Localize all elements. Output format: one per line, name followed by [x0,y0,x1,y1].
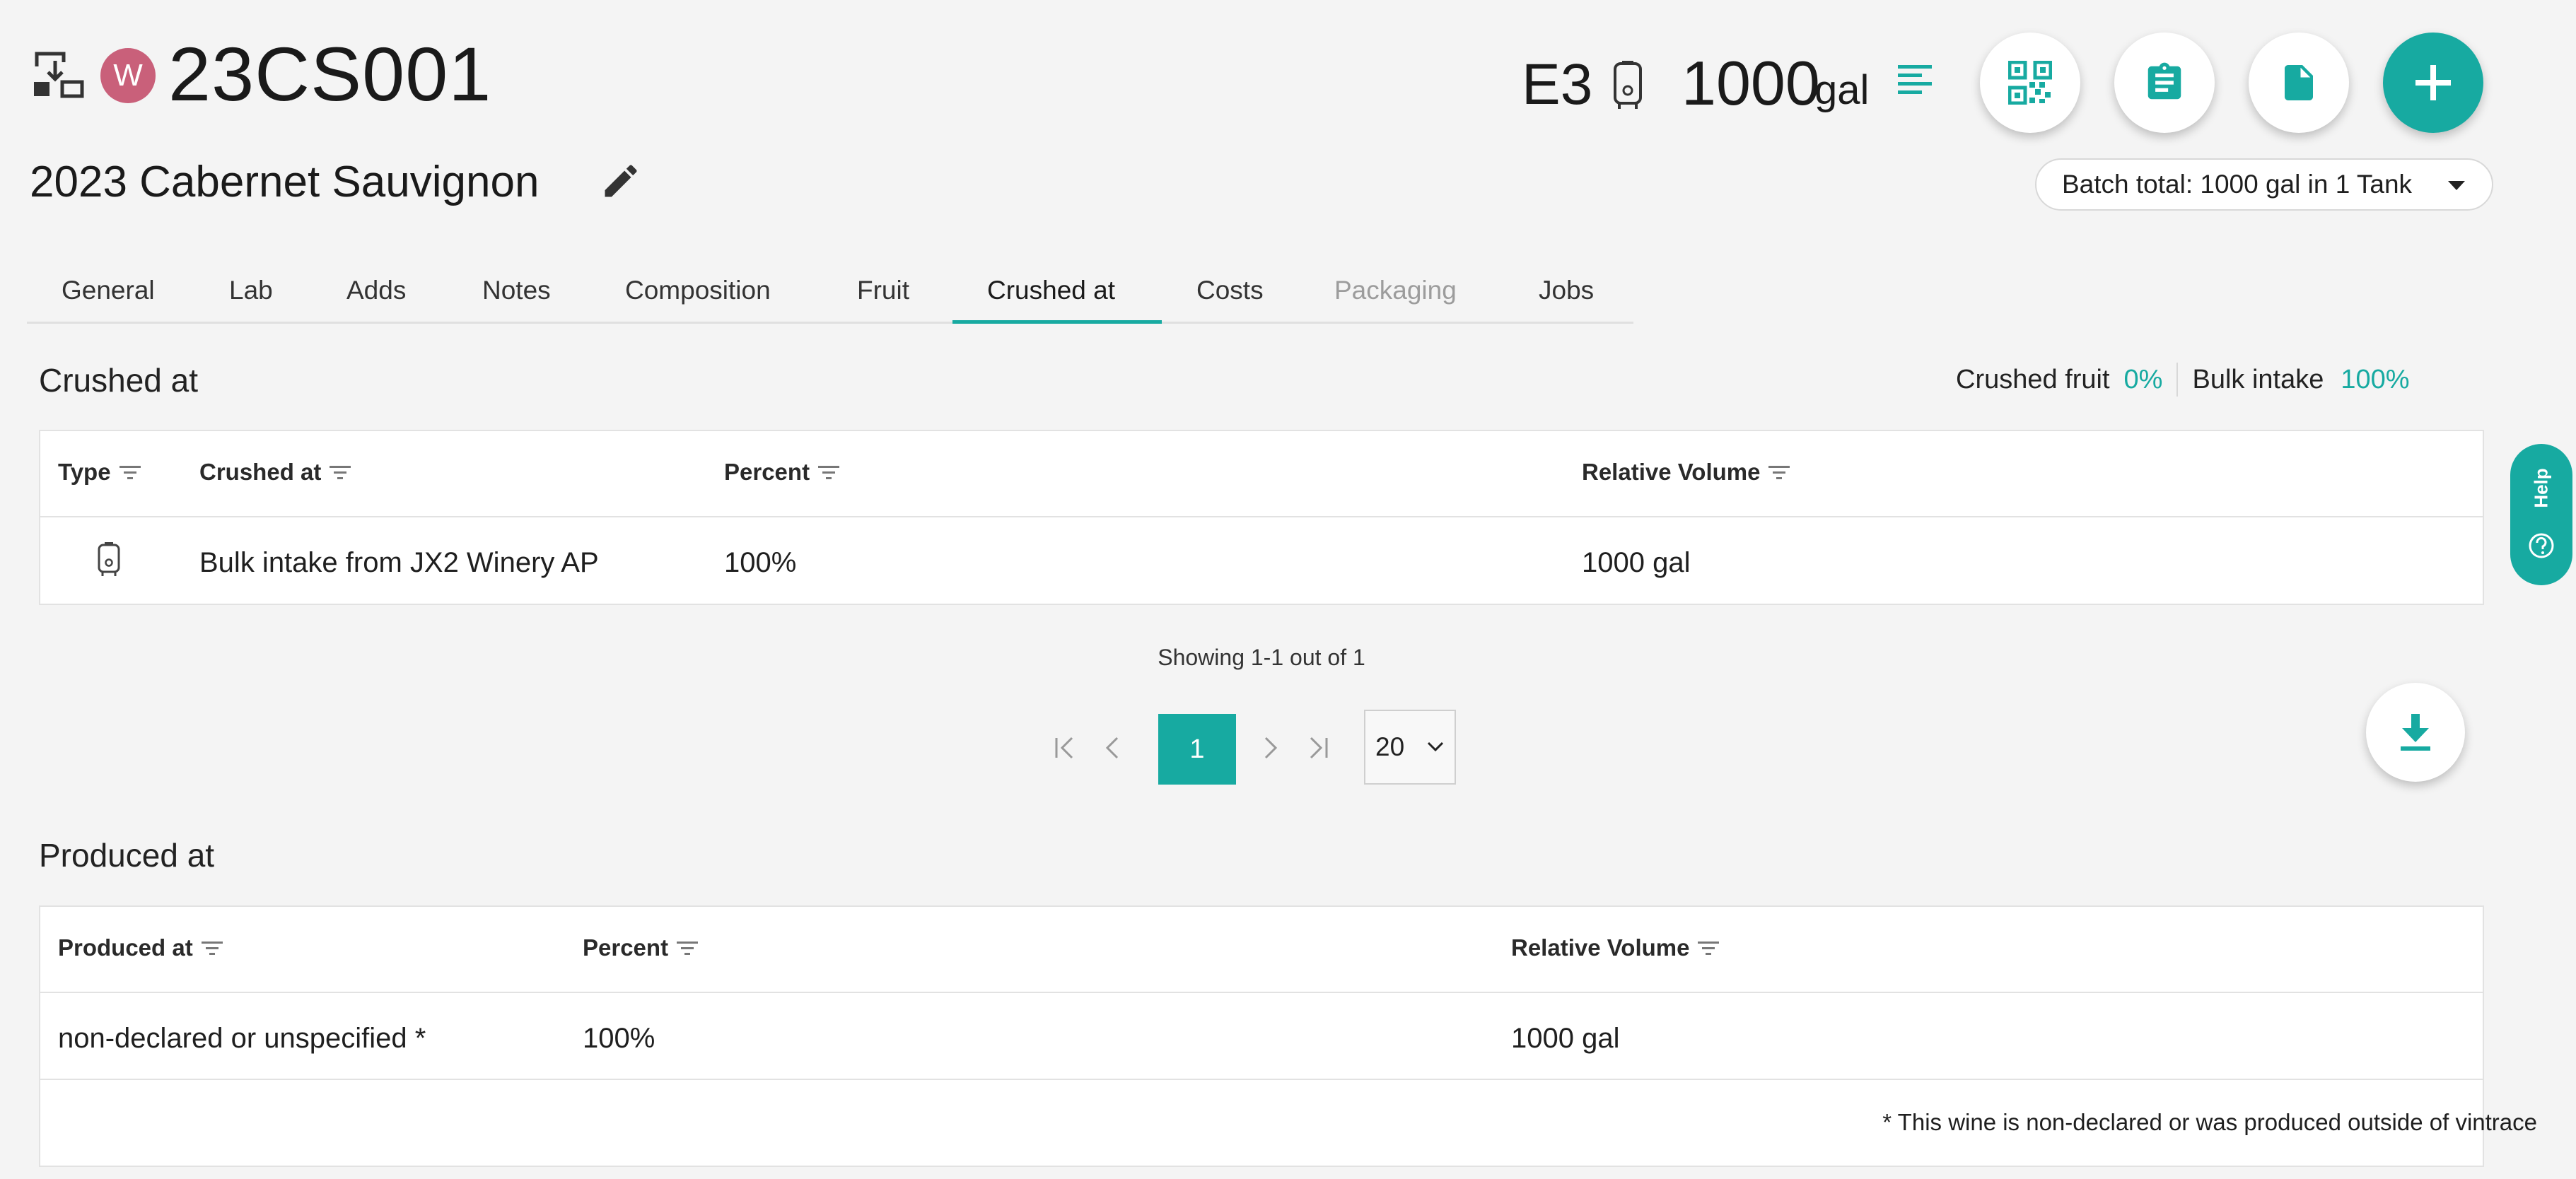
document-icon [2285,65,2313,100]
previous-page-button[interactable] [1097,727,1129,769]
bulk-intake-value: 100% [2341,365,2410,394]
page-1-button[interactable]: 1 [1158,714,1236,785]
help-circle-icon [2529,533,2554,558]
column-label: Relative Volume [1582,459,1761,485]
divider [40,1079,2483,1080]
filter-icon[interactable] [1768,464,1790,480]
chevron-down-icon [1427,741,1444,752]
pencil-icon[interactable] [600,160,642,202]
document-button[interactable] [2249,33,2349,133]
section-title-produced-at: Produced at [39,837,215,874]
cell-relative-volume: 1000 gal [1511,1023,1620,1054]
column-label: Relative Volume [1511,934,1690,961]
tab-costs[interactable]: Costs [1196,273,1264,308]
next-page-button[interactable] [1254,727,1286,769]
list-icon[interactable] [1896,62,1933,99]
download-button[interactable] [2366,683,2465,782]
bulk-intake-label: Bulk intake [2192,365,2324,394]
footnote: * This wine is non-declared or was produ… [1882,1109,2537,1135]
crush-summary: Crushed fruit 0% Bulk intake 100% [1956,360,2410,399]
tab-adds[interactable]: Adds [346,273,406,308]
clipboard-button[interactable] [2114,33,2215,133]
column-header-relative-volume[interactable]: Relative Volume [1582,455,1790,489]
wine-name: 2023 Cabernet Sauvignon [30,158,540,206]
help-button[interactable]: Help [2510,444,2572,585]
column-header-produced-at[interactable]: Produced at [58,931,223,965]
vessel-code: E3 [1522,52,1593,117]
tab-packaging: Packaging [1334,276,1457,305]
tab-bar: General Lab Adds Notes Composition Fruit… [27,260,1633,324]
filter-icon[interactable] [119,464,141,480]
help-label: Help [2530,467,2552,508]
crushed-at-table: Type Crushed at Percent Relative Volume … [39,430,2484,605]
filter-icon[interactable] [201,940,223,956]
first-page-icon [1055,737,1073,759]
avatar[interactable]: W [100,48,156,103]
tab-notes[interactable]: Notes [482,273,551,308]
filter-icon[interactable] [818,464,840,480]
clipboard-icon [2147,62,2181,100]
tab-lab[interactable]: Lab [229,273,273,308]
cell-relative-volume: 1000 gal [1582,547,1691,578]
batch-code: 23CS001 [168,31,492,117]
add-button[interactable] [2383,33,2483,133]
column-label: Type [58,459,111,485]
tab-composition[interactable]: Composition [625,273,771,308]
divider [2176,363,2179,397]
column-label: Crushed at [199,459,322,485]
download-icon [2401,714,2430,751]
page-size-value: 20 [1375,732,1405,761]
cell-produced-at: non-declared or unspecified * [58,1023,426,1054]
last-page-button[interactable] [1301,727,1332,769]
last-page-icon [1310,737,1328,759]
batch-total-dropdown[interactable]: Batch total: 1000 gal in 1 Tank [2035,158,2493,211]
chevron-right-icon [1264,737,1278,759]
cell-crushed-at: Bulk intake from JX2 Winery AP [199,547,599,578]
cell-percent: 100% [724,547,797,578]
page-size-select[interactable]: 20 [1364,710,1456,785]
crushed-fruit-label: Crushed fruit [1956,365,2110,394]
pagination-summary: Showing 1-1 out of 1 [1158,645,1365,670]
qr-code-button[interactable] [1980,33,2080,133]
tab-general[interactable]: General [62,273,155,308]
active-tab-indicator [952,320,1162,324]
filter-icon[interactable] [330,464,351,480]
plus-icon [2415,65,2451,100]
tab-fruit[interactable]: Fruit [857,273,909,308]
column-label: Percent [583,934,669,961]
vessel-unit: gal [1814,67,1870,113]
qr-code-icon [2008,61,2052,105]
section-title-crushed-at: Crushed at [39,362,199,399]
tab-jobs[interactable]: Jobs [1539,273,1594,308]
first-page-button[interactable] [1051,727,1082,769]
column-label: Percent [724,459,810,485]
column-header-relative-volume[interactable]: Relative Volume [1511,931,1720,965]
filter-icon[interactable] [677,940,699,956]
divider [40,516,2483,517]
batch-total-label: Batch total: 1000 gal in 1 Tank [2062,170,2413,199]
tab-crushed-at[interactable]: Crushed at [987,273,1115,308]
column-header-crushed-at[interactable]: Crushed at [199,455,351,489]
cell-percent: 100% [583,1023,655,1054]
column-header-percent[interactable]: Percent [583,931,699,965]
tank-icon [1612,59,1643,110]
column-label: Produced at [58,934,193,961]
divider [40,992,2483,993]
vessel-volume: 1000 [1682,48,1820,118]
filter-icon[interactable] [1698,940,1720,956]
tank-icon [97,541,121,580]
chevron-left-icon [1105,737,1119,759]
crushed-fruit-value: 0% [2123,365,2163,394]
caret-down-icon [2448,181,2465,190]
transfer-icon[interactable] [31,47,86,102]
column-header-type[interactable]: Type [58,455,141,489]
column-header-percent[interactable]: Percent [724,455,840,489]
